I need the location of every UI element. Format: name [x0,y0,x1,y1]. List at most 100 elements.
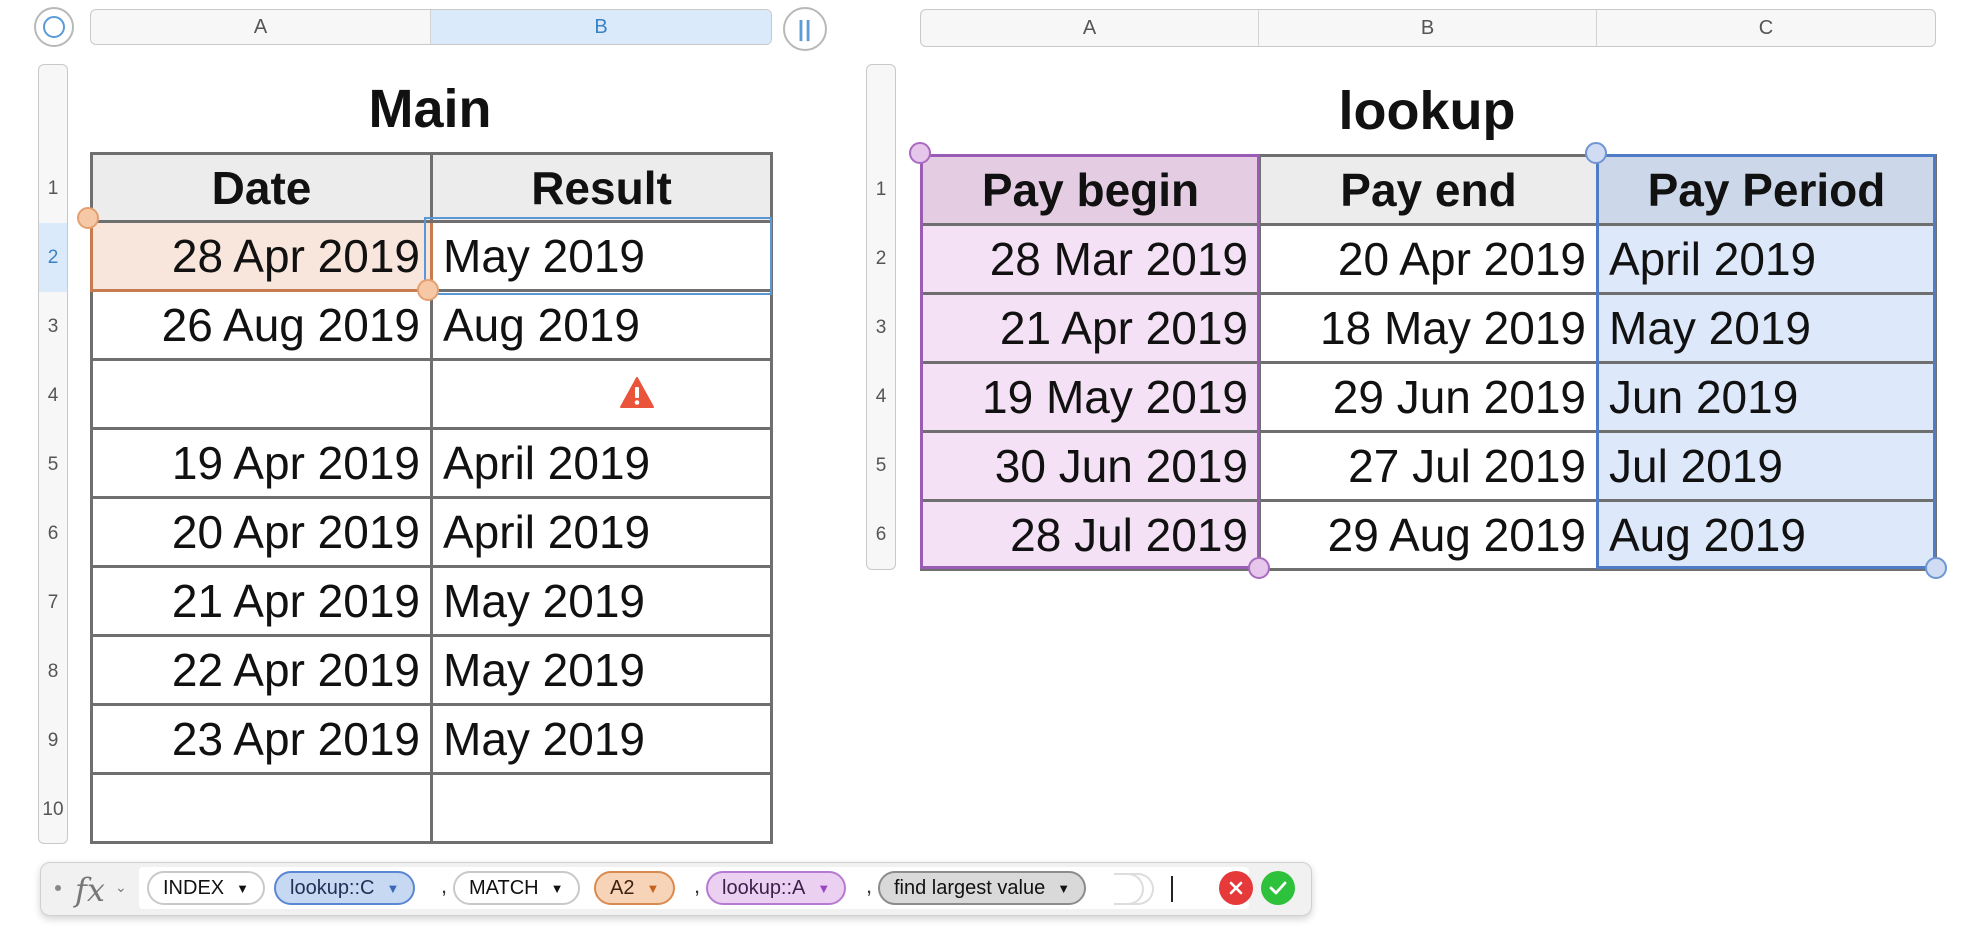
main-row-4[interactable]: 4 [39,361,67,430]
ref-handle-lookup-c-bottom[interactable] [1925,557,1947,579]
lookup-cell-b3[interactable]: 18 May 2019 [1258,292,1599,364]
lookup-cell-a4[interactable]: 19 May 2019 [920,361,1261,433]
lookup-cell-a6[interactable]: 28 Jul 2019 [920,499,1261,571]
main-cell-b2[interactable]: May 2019 [430,220,773,292]
main-header-date[interactable]: Date [90,152,433,223]
dropdown-triangle-icon: ▼ [550,880,564,896]
lookup-row-4[interactable]: 4 [867,362,895,431]
main-cell-b9[interactable]: May 2019 [430,703,773,775]
token-match[interactable]: MATCH ▼ [453,871,580,905]
lookup-cell-b2[interactable]: 20 Apr 2019 [1258,223,1599,295]
main-col-a[interactable]: A [91,10,431,44]
main-row-7[interactable]: 7 [39,568,67,637]
select-all-circle-icon[interactable] [34,7,74,47]
warning-triangle-icon[interactable] [619,376,655,410]
main-cell-a2[interactable]: 28 Apr 2019 [90,220,433,292]
main-cell-b4[interactable] [430,358,773,430]
main-row-2[interactable]: 2 [39,223,67,292]
formula-bar: fx ⌄ INDEX ▼ lookup::C ▼ , MATCH ▼ A2 ▼ , lo… [40,862,1312,916]
formula-bar-grip [55,885,61,891]
main-row-9[interactable]: 9 [39,706,67,775]
main-table-title: Main [368,79,492,139]
ref-handle-a2-bottom[interactable] [417,279,439,301]
ref-handle-lookup-a-top[interactable] [909,142,931,164]
separator-comma: , [441,873,448,898]
cancel-button[interactable] [1219,871,1253,905]
main-row-6[interactable]: 6 [39,499,67,568]
lookup-cell-c5[interactable]: Jul 2019 [1596,430,1937,502]
text-cursor [1171,876,1173,902]
accept-button[interactable] [1261,871,1295,905]
lookup-cell-b5[interactable]: 27 Jul 2019 [1258,430,1599,502]
dropdown-triangle-icon: ▼ [1057,880,1071,896]
ref-handle-a2-top[interactable] [77,207,99,229]
fx-chevron-down-icon[interactable]: ⌄ [115,879,127,896]
main-header-result[interactable]: Result [430,152,773,223]
formula-editor[interactable]: INDEX ▼ lookup::C ▼ , MATCH ▼ A2 ▼ , lookup:… [139,867,1249,909]
main-cell-a6[interactable]: 20 Apr 2019 [90,496,433,568]
token-a2[interactable]: A2 ▼ [594,871,676,905]
lookup-header-pay-period[interactable]: Pay Period [1596,154,1937,226]
lookup-cell-a5[interactable]: 30 Jun 2019 [920,430,1261,502]
token-index[interactable]: INDEX ▼ [147,871,265,905]
lookup-cell-b4[interactable]: 29 Jun 2019 [1258,361,1599,433]
lookup-row-header: 1 2 3 4 5 6 [866,64,896,570]
dropdown-triangle-icon: ▼ [817,880,831,896]
main-cell-b7[interactable]: May 2019 [430,565,773,637]
lookup-table-title: lookup [1338,81,1516,141]
separator-comma: , [694,873,701,898]
lookup-cell-c3[interactable]: May 2019 [1596,292,1937,364]
main-row-5[interactable]: 5 [39,430,67,499]
dropdown-triangle-icon: ▼ [386,880,400,896]
lookup-cell-a2[interactable]: 28 Mar 2019 [920,223,1261,295]
lookup-cell-c4[interactable]: Jun 2019 [1596,361,1937,433]
lookup-cell-a3[interactable]: 21 Apr 2019 [920,292,1261,364]
main-cell-b10[interactable] [430,772,773,844]
pause-bars-icon: || [797,16,813,41]
lookup-col-a[interactable]: A [921,10,1259,46]
main-cell-a9[interactable]: 23 Apr 2019 [90,703,433,775]
main-row-3[interactable]: 3 [39,292,67,361]
dropdown-triangle-icon: ▼ [646,880,660,896]
main-column-header: A B [90,9,772,45]
main-cell-b6[interactable]: April 2019 [430,496,773,568]
freeze-toggle-button[interactable]: || [783,7,827,51]
main-cell-a7[interactable]: 21 Apr 2019 [90,565,433,637]
main-col-b[interactable]: B [431,10,771,44]
lookup-row-6[interactable]: 6 [867,500,895,569]
lookup-row-3[interactable]: 3 [867,293,895,362]
lookup-table: Pay begin Pay end Pay Period 28 Mar 2019… [920,154,1937,571]
ref-handle-lookup-a-bottom[interactable] [1248,557,1270,579]
main-row-1[interactable]: 1 [39,155,67,223]
main-row-10[interactable]: 10 [39,775,67,844]
lookup-header-pay-end[interactable]: Pay end [1258,154,1599,226]
lookup-cell-c2[interactable]: April 2019 [1596,223,1937,295]
token-find-largest-value[interactable]: find largest value ▼ [878,871,1087,905]
lookup-cell-b6[interactable]: 29 Aug 2019 [1258,499,1599,571]
lookup-row-1[interactable]: 1 [867,155,895,224]
main-cell-a8[interactable]: 22 Apr 2019 [90,634,433,706]
main-row-8[interactable]: 8 [39,637,67,706]
closing-paren-arcs-outer [1124,873,1154,905]
main-cell-a10[interactable] [90,772,433,844]
main-table: Date Result 28 Apr 2019 May 2019 26 Aug … [90,152,773,844]
lookup-col-b[interactable]: B [1259,10,1597,46]
lookup-header-pay-begin[interactable]: Pay begin [920,154,1261,226]
token-lookup-c[interactable]: lookup::C ▼ [274,871,416,905]
fx-icon[interactable]: fx [75,871,105,909]
lookup-column-header: A B C [920,9,1936,47]
main-cell-a3[interactable]: 26 Aug 2019 [90,289,433,361]
lookup-row-5[interactable]: 5 [867,431,895,500]
token-lookup-a[interactable]: lookup::A ▼ [706,871,847,905]
main-cell-b8[interactable]: May 2019 [430,634,773,706]
main-row-header: 1 2 3 4 5 6 7 8 9 10 [38,64,68,844]
main-cell-a5[interactable]: 19 Apr 2019 [90,427,433,499]
lookup-cell-c6[interactable]: Aug 2019 [1596,499,1937,571]
main-cell-b5[interactable]: April 2019 [430,427,773,499]
main-cell-b3[interactable]: Aug 2019 [430,289,773,361]
main-cell-a4[interactable] [90,358,433,430]
separator-comma: , [866,873,873,898]
lookup-row-2[interactable]: 2 [867,224,895,293]
ref-handle-lookup-c-top[interactable] [1585,142,1607,164]
lookup-col-c[interactable]: C [1597,10,1935,46]
